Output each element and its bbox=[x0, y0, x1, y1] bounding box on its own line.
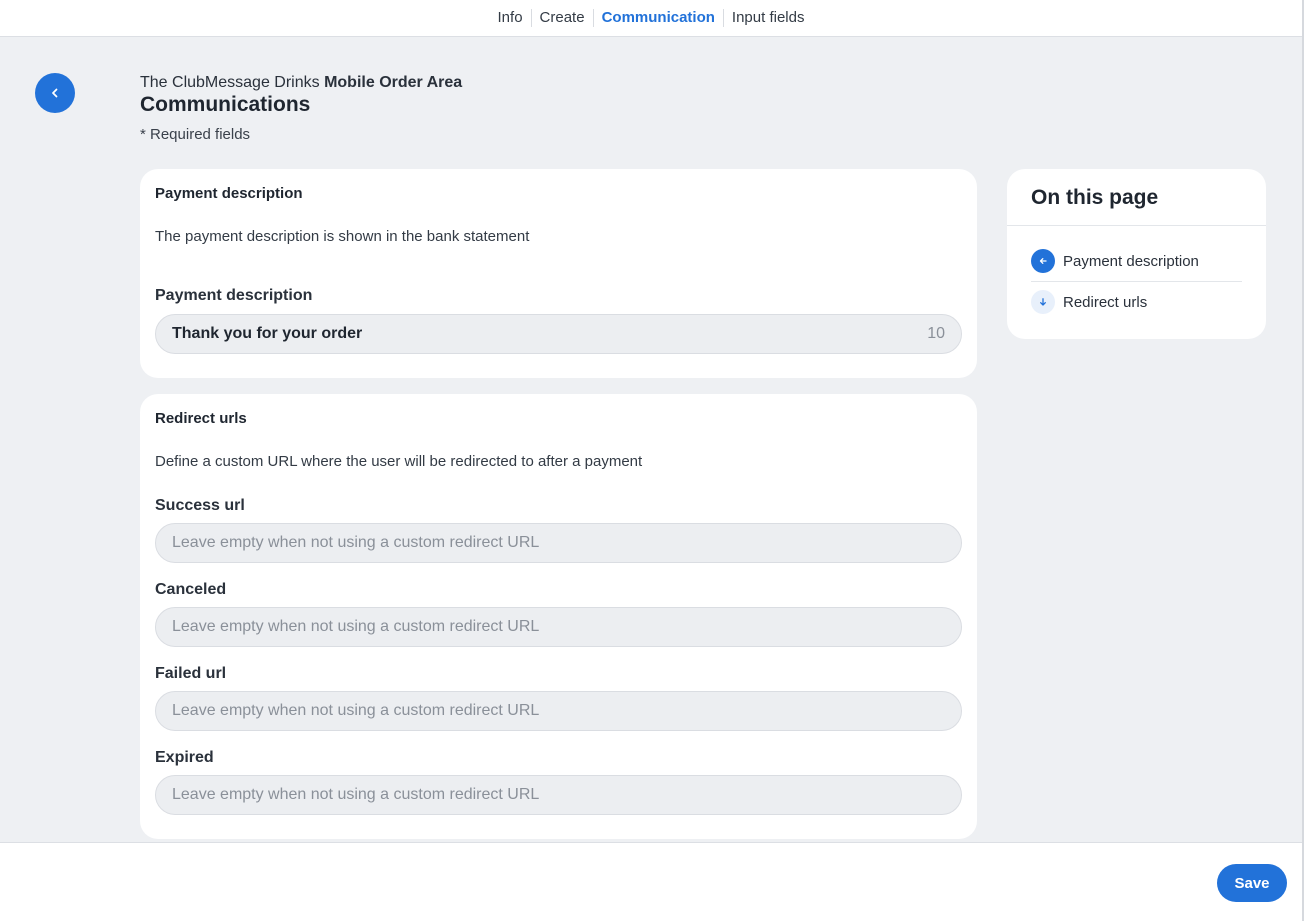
payment-description-label: Payment description bbox=[155, 287, 313, 304]
payment-description-card: Payment description The payment descript… bbox=[140, 169, 977, 378]
char-counter: 10 bbox=[927, 325, 945, 342]
chevron-left-icon bbox=[52, 88, 58, 98]
expired-url-input[interactable]: Leave empty when not using a custom redi… bbox=[155, 775, 962, 815]
back-button[interactable] bbox=[35, 73, 75, 113]
canceled-url-label: Canceled bbox=[155, 581, 227, 598]
page-header: The ClubMessage Drinks Mobile Order Area… bbox=[140, 73, 462, 144]
canceled-url-placeholder: Leave empty when not using a custom redi… bbox=[172, 618, 540, 635]
success-url-input[interactable]: Leave empty when not using a custom redi… bbox=[155, 523, 962, 563]
tab-communication[interactable]: Communication bbox=[592, 9, 723, 27]
required-note: * Required fields bbox=[140, 126, 251, 143]
top-nav: Info Create Communication Input fields bbox=[0, 0, 1302, 37]
tab-input-fields[interactable]: Input fields bbox=[722, 9, 813, 27]
payment-description-value: Thank you for your order bbox=[172, 325, 363, 342]
arrow-down-icon bbox=[1031, 290, 1055, 314]
expired-url-placeholder: Leave empty when not using a custom redi… bbox=[172, 786, 540, 803]
toc-item-label: Redirect urls bbox=[1063, 293, 1148, 311]
tab-info[interactable]: Info bbox=[490, 9, 531, 27]
org-name: The ClubMessage Drinks bbox=[140, 74, 320, 91]
toc-item-redirect-urls[interactable]: Redirect urls bbox=[1031, 282, 1242, 322]
toc-item-label: Payment description bbox=[1063, 252, 1199, 270]
page-subtitle: The ClubMessage Drinks Mobile Order Area bbox=[140, 73, 462, 93]
area-name: Mobile Order Area bbox=[324, 74, 463, 91]
redirect-section-description: Define a custom URL where the user will … bbox=[155, 453, 643, 470]
canceled-url-input[interactable]: Leave empty when not using a custom redi… bbox=[155, 607, 962, 647]
payment-section-heading: Payment description bbox=[155, 185, 303, 202]
success-url-label: Success url bbox=[155, 497, 245, 514]
arrow-left-icon bbox=[1031, 249, 1055, 273]
page-title: Communications bbox=[140, 93, 311, 116]
expired-url-label: Expired bbox=[155, 749, 214, 766]
payment-description-input[interactable]: Thank you for your order 10 bbox=[155, 314, 962, 354]
toc-title: On this page bbox=[1031, 186, 1159, 209]
failed-url-input[interactable]: Leave empty when not using a custom redi… bbox=[155, 691, 962, 731]
toc-divider bbox=[1007, 225, 1266, 226]
failed-url-placeholder: Leave empty when not using a custom redi… bbox=[172, 702, 540, 719]
payment-section-description: The payment description is shown in the … bbox=[155, 228, 530, 245]
footer-bar bbox=[0, 842, 1302, 921]
redirect-urls-card: Redirect urls Define a custom URL where … bbox=[140, 394, 977, 839]
toc-item-payment-description[interactable]: Payment description bbox=[1031, 241, 1242, 282]
success-url-placeholder: Leave empty when not using a custom redi… bbox=[172, 534, 540, 551]
tab-create[interactable]: Create bbox=[530, 9, 593, 27]
save-button[interactable]: Save bbox=[1217, 864, 1287, 902]
failed-url-label: Failed url bbox=[155, 665, 227, 682]
on-this-page-panel: On this page Payment description Redirec… bbox=[1007, 169, 1266, 339]
redirect-section-heading: Redirect urls bbox=[155, 410, 247, 427]
